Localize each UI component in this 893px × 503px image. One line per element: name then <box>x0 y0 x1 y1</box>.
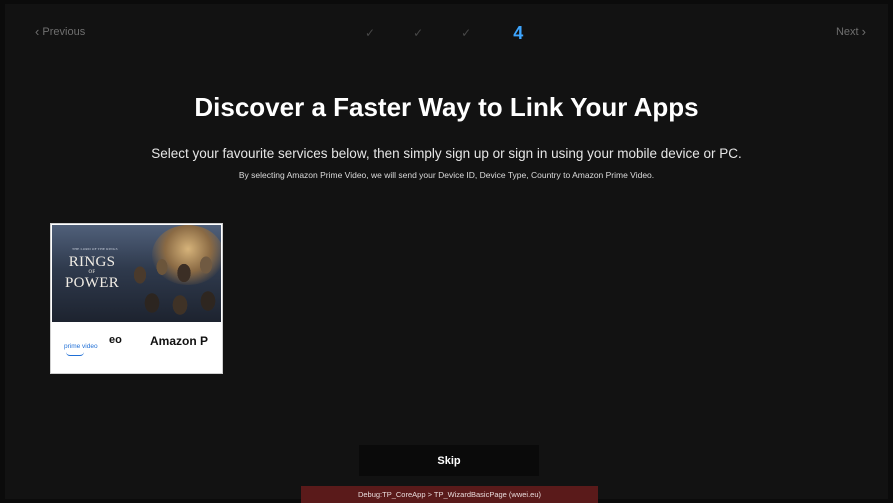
service-card-footer: prime video eo Amazon P <box>52 323 221 373</box>
page-title: Discover a Faster Way to Link Your Apps <box>194 92 699 122</box>
privacy-disclaimer: By selecting Amazon Prime Video, we will… <box>238 170 655 180</box>
previous-label: Previous <box>42 26 86 38</box>
prime-video-logo-icon: prime video <box>64 343 98 356</box>
previous-button[interactable]: ‹ Previous <box>35 24 85 39</box>
step-3-check-icon: ✓ <box>461 26 472 40</box>
step-1-check-icon: ✓ <box>365 26 376 40</box>
scrolling-name-fragment: eo <box>109 334 122 346</box>
service-card-amazon-prime-video[interactable]: THE LORD OF THE RINGS RINGS OF POWER pri… <box>50 223 223 374</box>
poster-tagline: THE LORD OF THE RINGS <box>72 247 118 251</box>
next-button[interactable]: Next › <box>836 24 866 39</box>
next-label: Next <box>835 26 859 38</box>
chevron-left-icon: ‹ <box>35 24 40 39</box>
debug-banner: Debug:TP_CoreApp > TP_WizardBasicPage (w… <box>301 486 598 503</box>
poster-characters <box>122 245 221 322</box>
chevron-right-icon: › <box>861 24 866 39</box>
skip-button[interactable]: Skip <box>359 445 539 476</box>
page-subtitle: Select your favourite services below, th… <box>151 146 742 161</box>
poster-show-title: RINGS OF POWER <box>62 255 122 291</box>
poster-title-line1: RINGS <box>68 254 116 270</box>
step-2-check-icon: ✓ <box>413 26 424 40</box>
service-name: Amazon P <box>150 334 209 348</box>
service-poster: THE LORD OF THE RINGS RINGS OF POWER <box>52 225 221 322</box>
current-step-number: 4 <box>513 22 524 43</box>
poster-title-line2: POWER <box>65 275 119 291</box>
step-indicator: ✓ ✓ ✓ 4 <box>365 18 523 48</box>
